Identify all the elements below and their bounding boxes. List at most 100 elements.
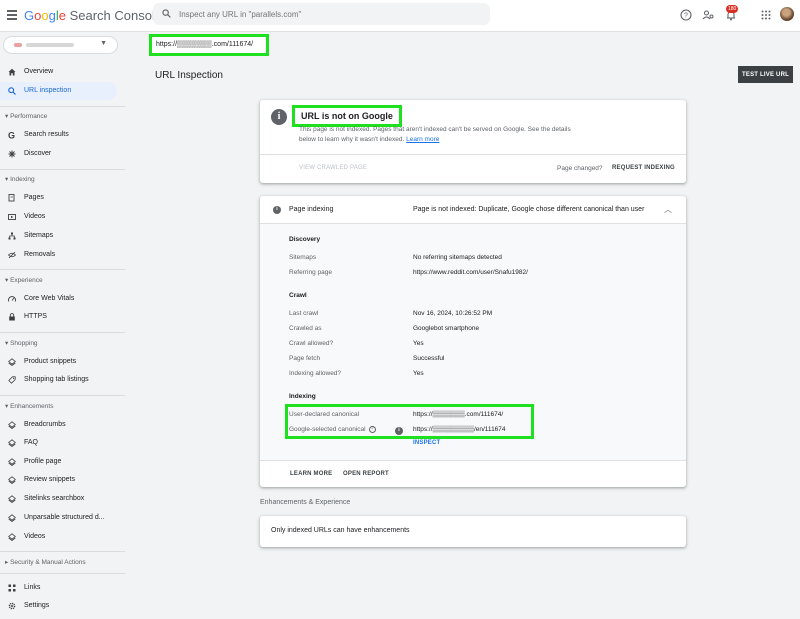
svg-text:?: ? (684, 13, 688, 20)
divider (260, 154, 686, 155)
gear-icon (8, 602, 16, 610)
open-report-button[interactable]: OPEN REPORT (343, 471, 389, 477)
divider (0, 551, 125, 552)
links-icon (8, 584, 16, 592)
divider (0, 395, 125, 396)
section-performance[interactable]: ▾ Performance (5, 112, 47, 120)
learn-more-link[interactable]: Learn more (406, 136, 439, 143)
logo[interactable]: Google Search Console (24, 8, 162, 23)
enhancements-message: Only indexed URLs can have enhancements (271, 527, 410, 534)
section-indexing[interactable]: ▾ Indexing (5, 175, 35, 183)
property-redacted-2 (26, 43, 74, 47)
section-security[interactable]: ▸ Security & Manual Actions (5, 558, 86, 566)
divider (0, 332, 125, 333)
status-card: i URL is not on Google This page is not … (260, 100, 686, 183)
sidebar-item-discover[interactable]: Discover (0, 145, 117, 163)
divider (0, 269, 125, 270)
user-canonical-value: https://▒▒▒▒▒▒▒.com/111674/ (413, 411, 504, 418)
chevron-down-icon: ▼ (100, 40, 107, 47)
sidebar-item-search-results[interactable]: G Search results (0, 126, 117, 144)
indexing-status-value: Page is not indexed: Duplicate, Google c… (413, 206, 645, 213)
lock-icon (9, 313, 15, 321)
help-icon[interactable]: ? (368, 426, 376, 433)
search-bar[interactable] (153, 3, 490, 25)
sidebar-item-removals[interactable]: Removals (0, 246, 117, 264)
view-crawled-page-button[interactable]: VIEW CRAWLED PAGE (299, 165, 367, 171)
sidebar-item-videos-enhancement[interactable]: Videos (0, 528, 117, 546)
diamond-layers-icon (8, 476, 16, 484)
sidebar-item-videos[interactable]: Videos (0, 208, 117, 226)
info-icon: i (273, 206, 281, 214)
eye-off-icon (8, 251, 16, 259)
pages-icon (8, 194, 15, 202)
video-icon (8, 214, 16, 220)
sidebar-item-pages[interactable]: Pages (0, 189, 117, 207)
sidebar-item-sitemaps[interactable]: Sitemaps (0, 227, 117, 245)
apps-grid-icon[interactable] (760, 9, 772, 21)
diamond-layers-icon (8, 439, 16, 447)
section-shopping[interactable]: ▾ Shopping (5, 339, 38, 347)
inspect-button[interactable]: INSPECT (413, 440, 440, 446)
sidebar-item-unparsable-structured-data[interactable]: Unparsable structured d... (0, 509, 117, 527)
menu-icon[interactable] (7, 10, 17, 20)
diamond-layers-icon (8, 495, 16, 503)
sidebar-item-url-inspection[interactable]: URL inspection (0, 82, 117, 100)
diamond-layers-icon (8, 421, 16, 429)
google-canonical-label: Google-selected canonical? (289, 426, 376, 433)
sidebar-item-settings[interactable]: Settings (0, 597, 117, 615)
diamond-layers-icon (8, 458, 16, 466)
crawl-heading: Crawl (289, 292, 307, 299)
manage-users-icon[interactable] (702, 9, 714, 21)
request-indexing-button[interactable]: REQUEST INDEXING (612, 165, 675, 171)
section-experience[interactable]: ▾ Experience (5, 276, 43, 284)
chevron-up-icon[interactable]: ︿ (664, 204, 672, 215)
sidebar-item-links[interactable]: Links (0, 579, 117, 597)
canonical-highlight (285, 404, 534, 439)
sidebar-item-core-web-vitals[interactable]: Core Web Vitals (0, 290, 117, 308)
learn-more-button[interactable]: LEARN MORE (290, 471, 332, 477)
referring-page-link[interactable]: https://www.reddit.com/user/Snafu1982/ (413, 269, 528, 276)
sidebar-item-profile-page[interactable]: Profile page (0, 453, 117, 471)
test-live-url-button[interactable]: TEST LIVE URL (738, 66, 793, 83)
top-bar: Google Search Console ? 180 (0, 0, 800, 32)
diamond-layers-icon (8, 514, 16, 522)
sidebar-item-review-snippets[interactable]: Review snippets (0, 471, 117, 489)
sidebar-item-product-snippets[interactable]: Product snippets (0, 353, 117, 371)
card-footer: LEARN MORE OPEN REPORT (260, 460, 686, 487)
svg-text:G: G (8, 131, 15, 139)
status-description: This page is not indexed. Pages that are… (299, 126, 571, 143)
help-icon[interactable]: ? (680, 9, 692, 21)
info-icon: i (271, 109, 287, 125)
search-icon (8, 87, 16, 95)
sidebar-item-sitelinks-searchbox[interactable]: Sitelinks searchbox (0, 490, 117, 508)
indexing-heading: Indexing (289, 393, 316, 400)
sidebar-item-https[interactable]: HTTPS (0, 308, 117, 326)
sidebar-item-overview[interactable]: Overview (0, 63, 117, 81)
asterisk-icon (8, 150, 16, 158)
page-indexing-header[interactable]: i Page indexing Page is not indexed: Dup… (260, 196, 686, 224)
page-indexing-card: i Page indexing Page is not indexed: Dup… (260, 196, 686, 487)
tag-icon (8, 376, 16, 384)
discovery-heading: Discovery (289, 236, 321, 243)
inspected-url[interactable]: https://▒▒▒▒▒▒▒.com/111674/ (149, 34, 269, 56)
avatar[interactable] (780, 7, 794, 21)
diamond-layers-icon (8, 533, 16, 541)
home-icon (8, 68, 16, 76)
section-enhancements[interactable]: ▾ Enhancements (5, 402, 53, 410)
sidebar-item-faq[interactable]: FAQ (0, 434, 117, 452)
logo-product: Search Console (69, 8, 163, 23)
page-title: URL Inspection (155, 70, 223, 81)
notification-badge: 180 (726, 5, 739, 13)
diamond-layers-icon (8, 358, 16, 366)
search-input[interactable] (179, 5, 479, 23)
sidebar-item-breadcrumbs[interactable]: Breadcrumbs (0, 416, 117, 434)
sidebar-item-shopping-tab-listings[interactable]: Shopping tab listings (0, 371, 117, 389)
divider (0, 169, 125, 170)
info-icon[interactable]: i (395, 427, 403, 435)
sitemap-icon (8, 232, 16, 240)
enhancements-heading: Enhancements & Experience (260, 499, 351, 506)
status-title: URL is not on Google (292, 105, 402, 127)
property-selector[interactable]: ▼ (3, 36, 118, 54)
google-canonical-value: https://▒▒▒▒▒▒▒▒▒/en/111674 (413, 426, 506, 433)
enhancements-card: Only indexed URLs can have enhancements (260, 516, 686, 547)
